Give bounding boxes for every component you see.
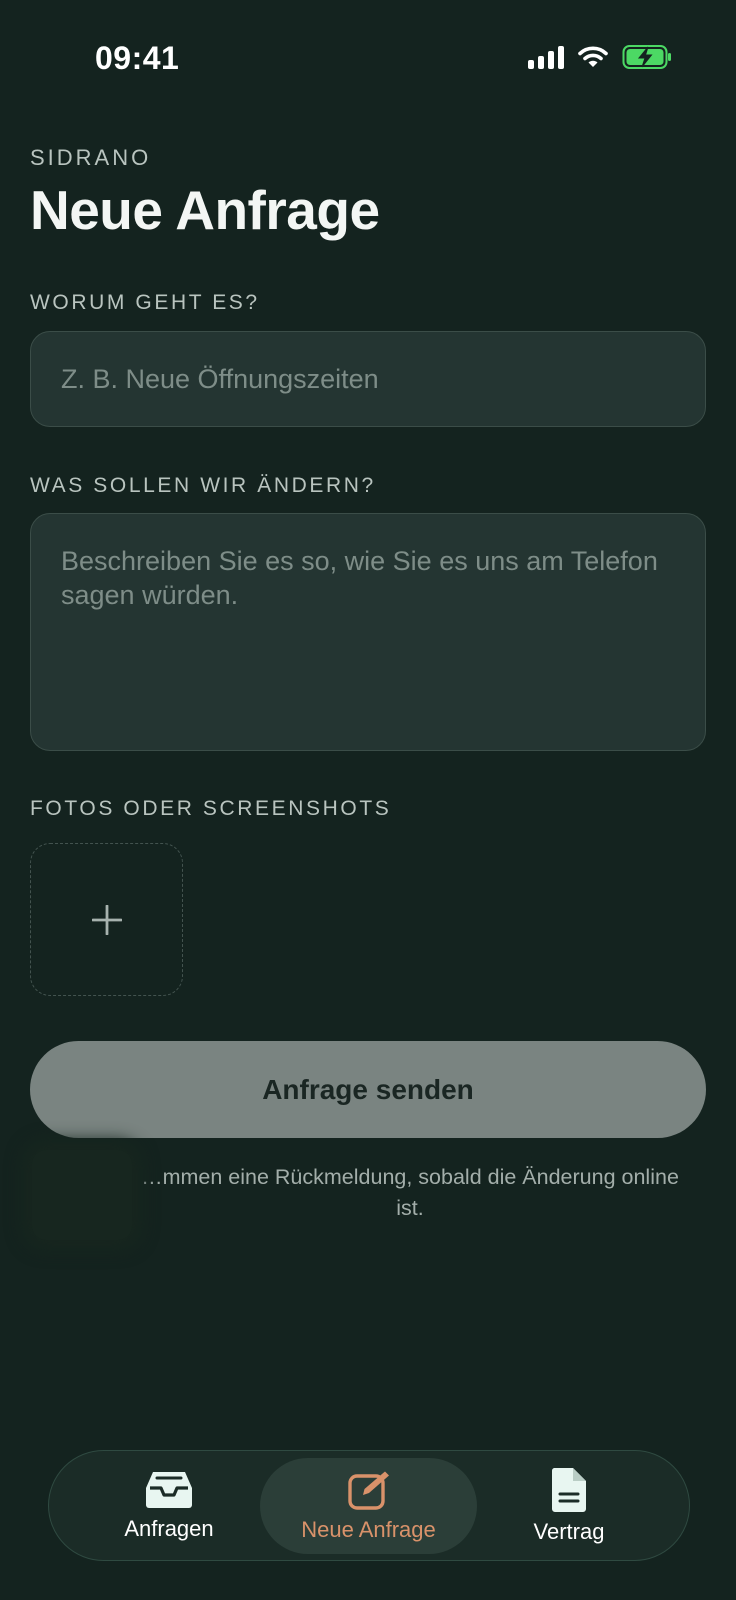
tab-label: Vertrag (533, 1519, 605, 1544)
battery-charging-icon (622, 45, 671, 69)
tab-label: Neue Anfrage (301, 1517, 436, 1542)
status-icons (528, 44, 672, 70)
tab-vertrag[interactable]: Vertrag (489, 1458, 649, 1554)
status-time: 09:41 (95, 40, 180, 76)
tab-neue-anfrage[interactable]: Neue Anfrage (260, 1458, 477, 1554)
brand-label: SIDRANO (30, 145, 152, 170)
details-textarea[interactable] (30, 513, 706, 751)
send-request-button[interactable]: Anfrage senden (30, 1041, 706, 1138)
subject-label: WORUM GEHT ES? (30, 291, 260, 314)
overlay-patch (32, 1150, 132, 1240)
tab-anfragen[interactable]: Anfragen (89, 1458, 249, 1554)
tab-label: Anfragen (124, 1516, 214, 1541)
inbox-icon (146, 1472, 192, 1508)
plus-icon (91, 904, 122, 935)
info-note: …mmen eine Rückmeldung, sobald die Änder… (141, 1165, 679, 1220)
add-photo-button[interactable] (30, 843, 183, 996)
page-title: Neue Anfrage (30, 179, 380, 241)
details-label: WAS SOLLEN WIR ÄNDERN? (30, 474, 376, 497)
cellular-signal-icon (528, 45, 564, 69)
subject-input[interactable] (30, 331, 706, 427)
tab-bar: Anfragen Neue Anfrage Vertrag (48, 1450, 690, 1561)
screen: 09:41 SIDRANO Neue Anfrage WORUM GEHT ES… (0, 0, 736, 1600)
photos-label: FOTOS ODER SCREENSHOTS (30, 797, 392, 820)
edit-icon (347, 1471, 389, 1510)
document-icon (551, 1468, 586, 1512)
wifi-icon (578, 46, 608, 67)
status-bar: 09:41 (0, 0, 736, 120)
